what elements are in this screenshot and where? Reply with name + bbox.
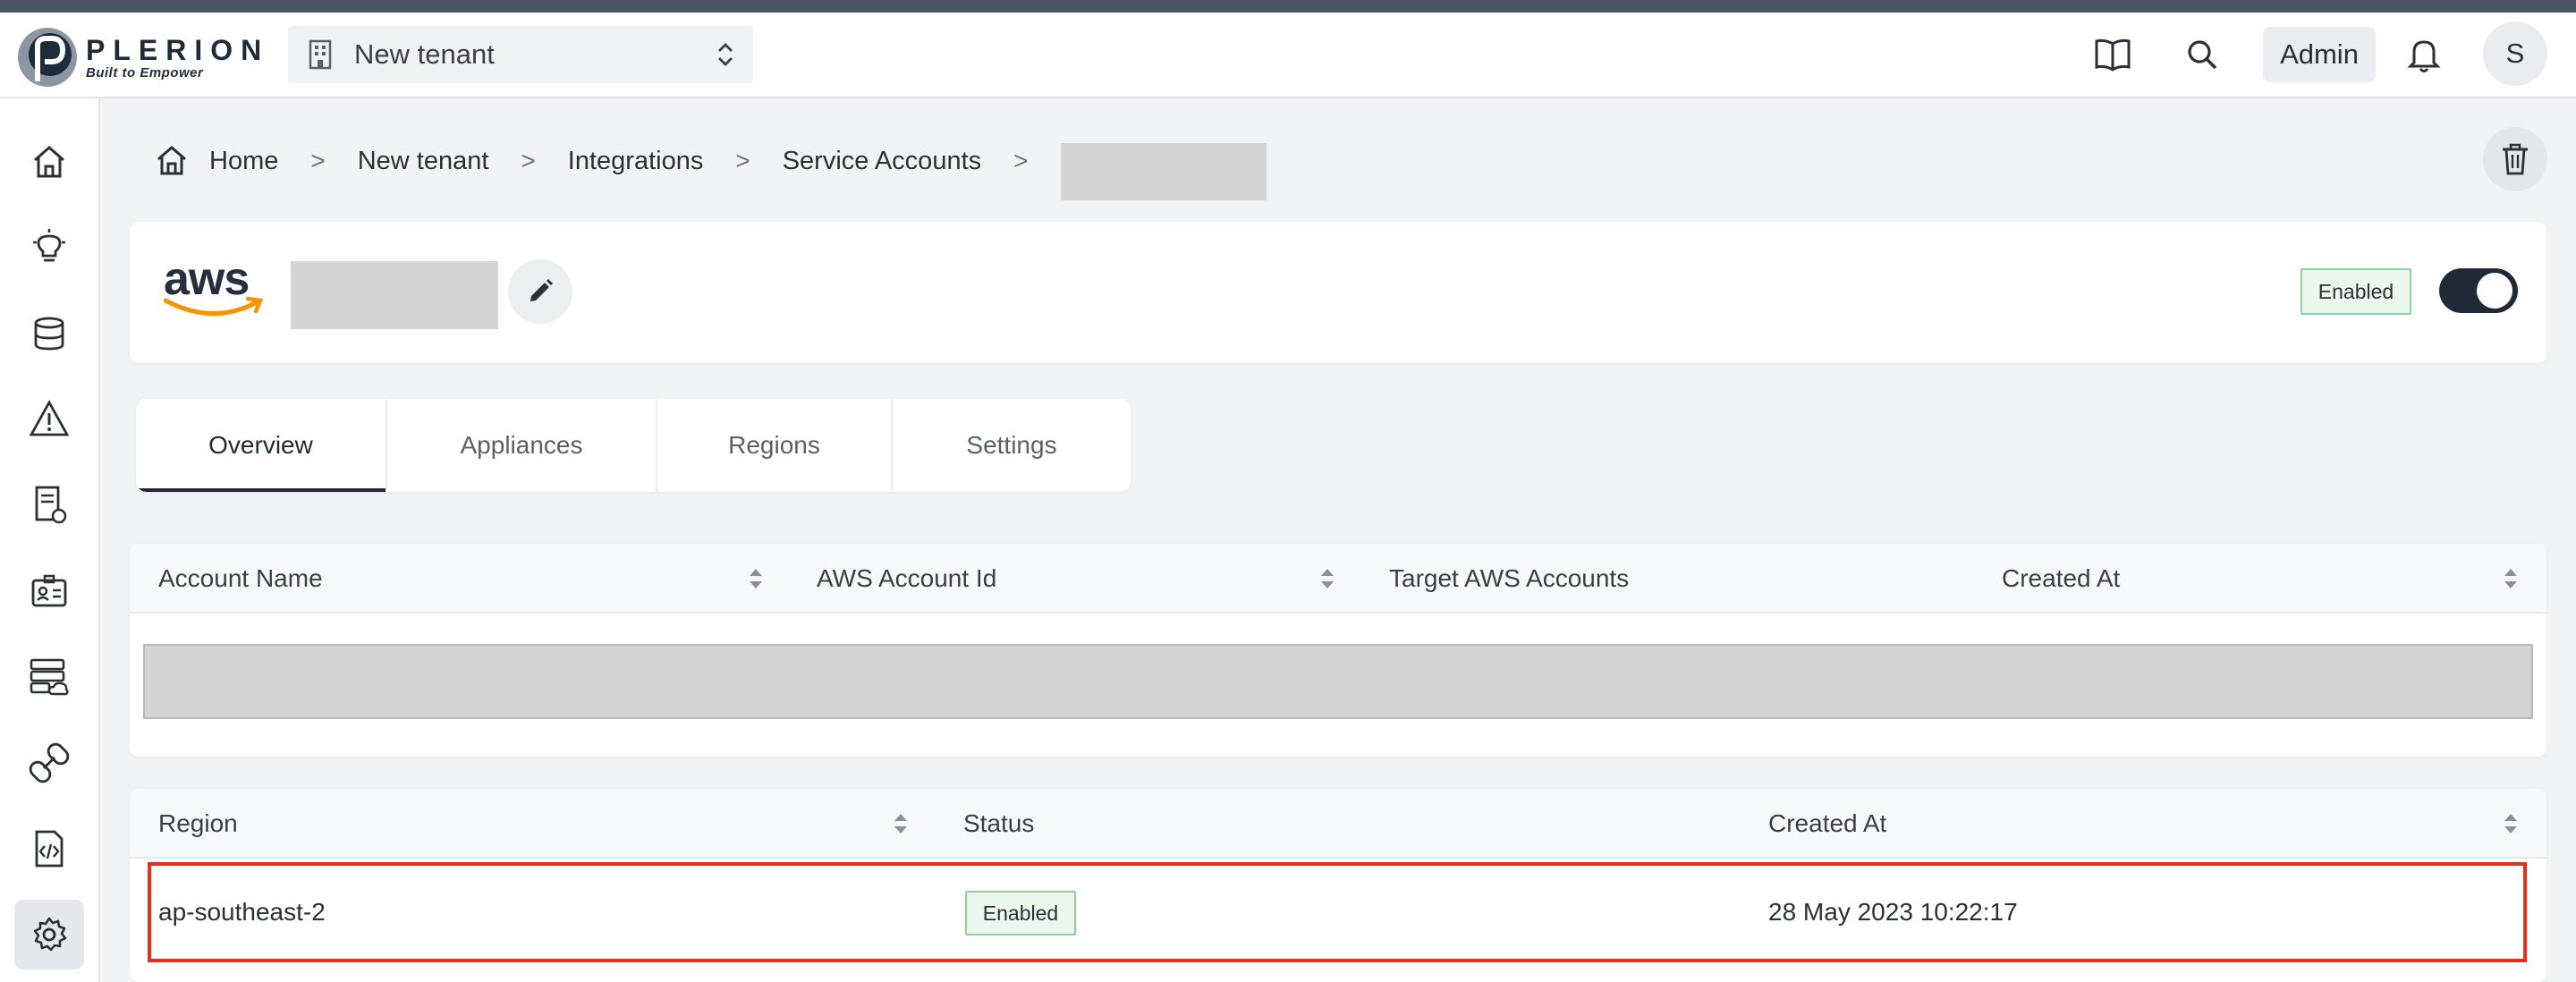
breadcrumb-tenant[interactable]: New tenant: [358, 147, 489, 176]
chevron-right-icon: >: [521, 147, 536, 174]
sort-icon[interactable]: [1318, 565, 1336, 592]
table-row-redacted: [143, 644, 2533, 719]
aws-logo: aws: [164, 252, 271, 324]
breadcrumb-home[interactable]: Home: [209, 147, 278, 176]
sidebar-item-insights[interactable]: [14, 213, 84, 283]
column-header-region[interactable]: Region: [158, 789, 238, 859]
column-header-account-name[interactable]: Account Name: [158, 544, 323, 614]
tab-overview[interactable]: Overview: [136, 399, 387, 492]
warning-icon: [29, 400, 70, 436]
sidebar-item-risks[interactable]: [14, 385, 84, 454]
lightbulb-icon: [33, 229, 65, 262]
toggle-knob: [2477, 273, 2512, 309]
edit-name-button[interactable]: [508, 259, 572, 324]
tenant-selector[interactable]: New tenant: [288, 26, 753, 83]
bell-icon[interactable]: [2395, 26, 2453, 83]
sort-icon[interactable]: [2502, 565, 2520, 592]
chevron-right-icon: >: [1013, 147, 1029, 174]
tab-settings[interactable]: Settings: [893, 399, 1131, 492]
account-header-card: aws Enabled: [130, 222, 2546, 363]
service-accounts-table: Account Name AWS Account Id Target AWS A…: [130, 544, 2546, 757]
table-header: Region Status Created At: [130, 789, 2546, 859]
home-icon[interactable]: [154, 143, 190, 179]
sidebar-item-assets[interactable]: [14, 642, 84, 712]
top-strip: [0, 0, 2576, 13]
breadcrumb-integrations[interactable]: Integrations: [568, 147, 704, 176]
gear-icon: [33, 917, 67, 952]
delete-button[interactable]: [2483, 127, 2547, 191]
sidebar-item-integrations[interactable]: [14, 728, 84, 798]
chevron-right-icon: >: [735, 147, 750, 174]
tab-regions[interactable]: Regions: [657, 399, 893, 492]
tenant-selector-label: New tenant: [354, 38, 495, 70]
account-status-badge: Enabled: [2301, 268, 2411, 315]
trash-icon: [2503, 143, 2528, 175]
region-status-badge: Enabled: [965, 891, 1076, 935]
server-cloud-icon: [30, 658, 69, 696]
search-icon[interactable]: [2174, 26, 2231, 83]
tab-bar: Overview Appliances Regions Settings: [136, 399, 1131, 492]
regions-table: Region Status Created At ap-southeast-2 …: [130, 789, 2546, 982]
link-chain-icon: [29, 742, 70, 783]
plerion-logo[interactable]: PLERION Built to Empower: [16, 25, 261, 89]
breadcrumb-current-redacted: [1060, 143, 1267, 200]
column-header-created-at[interactable]: Created At: [1768, 789, 1886, 859]
column-header-created-at[interactable]: Created At: [2002, 544, 2120, 614]
code-file-icon: [35, 830, 64, 868]
id-card-icon: [31, 574, 67, 607]
home-icon: [34, 146, 64, 178]
sidebar-item-settings[interactable]: [14, 900, 84, 969]
account-enabled-toggle[interactable]: [2439, 268, 2518, 313]
top-header: PLERION Built to Empower New tenant Admi…: [0, 13, 2576, 98]
sidebar-item-compliance[interactable]: [14, 470, 84, 540]
logo-name: PLERION: [86, 33, 270, 66]
aws-smile-icon: [164, 296, 264, 316]
admin-button[interactable]: Admin: [2263, 27, 2376, 82]
table-header: Account Name AWS Account Id Target AWS A…: [130, 544, 2546, 614]
chevron-right-icon: >: [310, 147, 326, 174]
tab-appliances[interactable]: Appliances: [387, 399, 657, 492]
database-icon: [34, 317, 64, 351]
sort-icon[interactable]: [2502, 810, 2520, 837]
account-name-redacted: [291, 261, 498, 329]
table-row[interactable]: ap-southeast-2 Enabled 28 May 2023 10:22…: [148, 862, 2527, 962]
column-header-target-aws-accounts: Target AWS Accounts: [1389, 564, 1630, 592]
column-header-status: Status: [963, 809, 1035, 837]
region-cell: ap-southeast-2: [158, 898, 326, 926]
logo-tagline: Built to Empower: [86, 64, 204, 80]
sort-icon[interactable]: [747, 565, 765, 592]
docs-book-icon[interactable]: [2084, 26, 2141, 83]
compliance-document-icon: [35, 486, 67, 524]
avatar[interactable]: S: [2483, 21, 2547, 86]
plerion-logo-icon: [18, 28, 77, 87]
sidebar-item-home[interactable]: [14, 127, 84, 197]
sidebar-item-inventory[interactable]: [14, 299, 84, 368]
created-at-cell: 28 May 2023 10:22:17: [1768, 898, 2018, 926]
chevron-updown-icon: [718, 43, 733, 66]
pencil-icon: [530, 279, 553, 301]
column-header-aws-account-id[interactable]: AWS Account Id: [817, 544, 996, 614]
breadcrumb: Home > New tenant > Integrations > Servi…: [154, 134, 1267, 200]
sort-icon[interactable]: [892, 810, 910, 837]
building-icon: [309, 39, 332, 70]
breadcrumb-service-accounts[interactable]: Service Accounts: [783, 147, 981, 176]
sidebar-item-identities[interactable]: [14, 556, 84, 626]
sidebar-nav: [0, 98, 100, 982]
sidebar-item-policies[interactable]: [14, 814, 84, 884]
